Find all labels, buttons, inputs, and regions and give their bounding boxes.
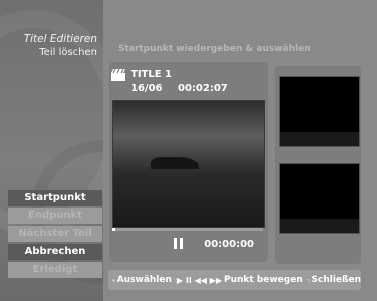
menu-subtitle: Teil löschen — [39, 47, 97, 58]
footer-help-bar: Auswählen ▶ II ◀◀ ▶▶ Punkt bewegen Schli… — [108, 270, 361, 290]
sidebar: Titel Editieren Teil löschen Startpunkt … — [0, 0, 103, 301]
pause-icon — [174, 238, 184, 249]
ok-circle-icon — [112, 278, 115, 282]
playback-bar: 00:00:00 — [112, 232, 263, 256]
title-name: TITLE 1 — [131, 69, 173, 80]
menu-item-endpunkt[interactable]: Endpunkt — [8, 208, 102, 224]
title-date: 16/06 — [131, 83, 163, 94]
menu-item-startpunkt[interactable]: Startpunkt — [8, 190, 102, 206]
menu-item-erledigt[interactable]: Erledigt — [8, 262, 102, 278]
side-menu: Startpunkt Endpunkt Nächster Teil Abbrec… — [8, 190, 102, 278]
progress-fill — [112, 228, 116, 231]
return-icon — [306, 278, 310, 282]
progress-bar[interactable] — [112, 228, 263, 231]
clapperboard-icon — [111, 69, 125, 81]
title-info: TITLE 1 16/06 00:02:07 — [111, 66, 261, 96]
menu-title: Titel Editieren — [23, 33, 97, 45]
start-thumbnail — [279, 76, 360, 147]
end-thumbnail — [279, 163, 360, 234]
menu-item-naechster-teil[interactable]: Nächster Teil — [8, 226, 102, 242]
footer-close-label: Schließen — [311, 275, 361, 285]
time-counter: 00:00:00 — [204, 239, 254, 250]
video-frame-content — [151, 157, 199, 169]
title-duration: 00:02:07 — [178, 83, 228, 94]
instruction-text: Startpunkt wiedergeben & auswählen — [118, 44, 311, 54]
menu-header: Titel Editieren Teil löschen — [24, 33, 97, 59]
footer-move-label: Punkt bewegen — [223, 275, 303, 285]
playback-controls-icon: ▶ II ◀◀ ▶▶ — [176, 275, 222, 285]
video-preview — [112, 100, 265, 228]
menu-item-abbrechen[interactable]: Abbrechen — [8, 244, 102, 260]
footer-select-label: Auswählen — [116, 275, 172, 285]
